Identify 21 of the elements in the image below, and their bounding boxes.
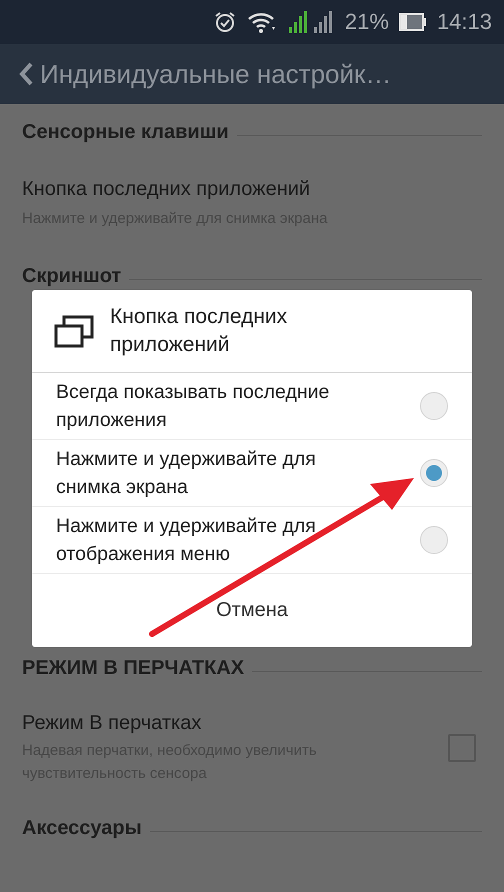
- section-header: Сенсорные клавиши: [22, 120, 229, 144]
- signal-icon: [286, 9, 335, 35]
- radio-button[interactable]: [420, 526, 448, 554]
- clock-time: 14:13: [436, 9, 492, 35]
- alarm-clock-icon: [212, 10, 237, 34]
- recent-apps-icon: [54, 314, 94, 348]
- section-header: Скриншот: [22, 264, 122, 288]
- battery-icon: [398, 13, 427, 31]
- dialog-title: Кнопка последних приложений: [110, 304, 288, 358]
- section-header: Аксессуары: [22, 816, 142, 840]
- wifi-icon: [246, 10, 277, 34]
- radio-button[interactable]: [420, 459, 448, 487]
- back-icon[interactable]: [18, 61, 34, 87]
- cancel-button[interactable]: Отмена: [200, 591, 304, 630]
- option-label[interactable]: Всегда показывать последние приложения: [56, 378, 376, 434]
- option-label[interactable]: Нажмите и удерживайте для снимка экрана: [56, 445, 376, 501]
- screen-title: Индивидуальные настройк…: [40, 58, 392, 90]
- radio-button[interactable]: [420, 392, 448, 420]
- option-label[interactable]: Нажмите и удерживайте для отображения меню: [56, 512, 376, 568]
- battery-percent: 21%: [344, 9, 389, 35]
- section-header: РЕЖИМ В ПЕРЧАТКАХ: [22, 656, 244, 680]
